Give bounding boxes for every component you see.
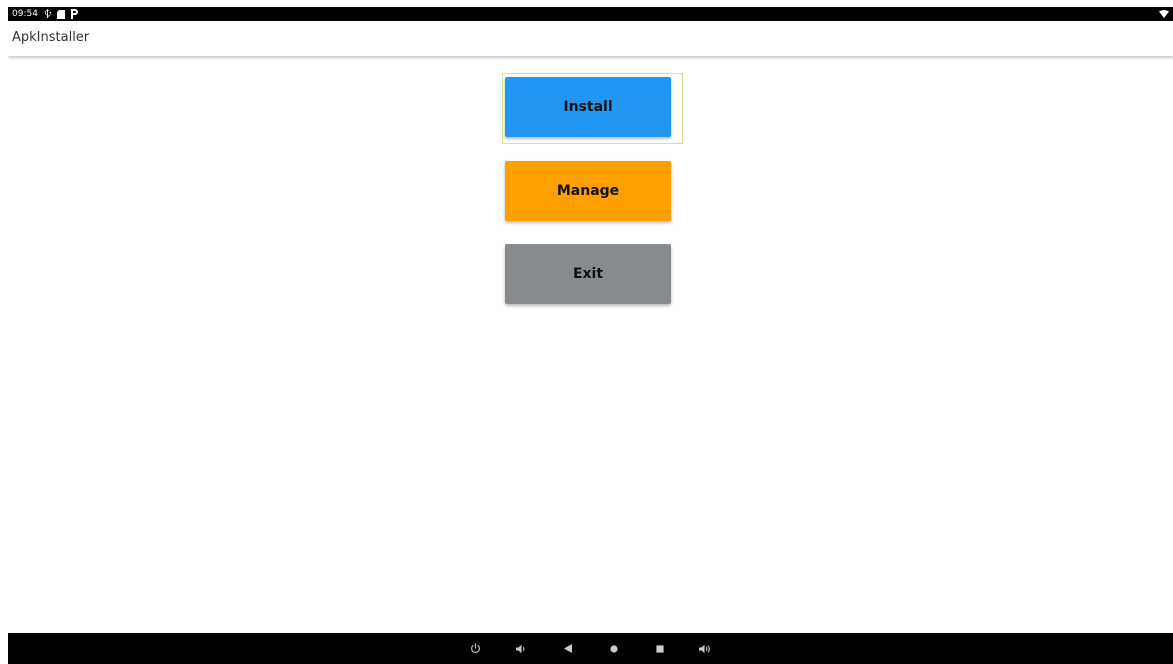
parking-icon <box>70 7 78 21</box>
home-button[interactable] <box>591 633 637 664</box>
status-left: 09:54 <box>12 7 78 21</box>
volume-up-icon <box>699 644 712 654</box>
main-content: Install Manage Exit <box>8 56 1173 633</box>
status-bar: 09:54 <box>8 7 1173 21</box>
volume-down-icon <box>516 644 527 654</box>
status-time: 09:54 <box>12 9 38 19</box>
volume-down-button[interactable] <box>499 633 545 664</box>
power-icon <box>470 643 481 654</box>
app-title: ApkInstaller <box>12 30 90 45</box>
status-right <box>1159 7 1169 21</box>
navigation-bar <box>8 633 1173 664</box>
home-icon <box>609 644 618 653</box>
back-button[interactable] <box>545 633 591 664</box>
back-icon <box>563 644 572 653</box>
recents-button[interactable] <box>637 633 683 664</box>
app-bar: ApkInstaller <box>8 21 1173 56</box>
screen: 09:54 ApkInstaller Install Manage Exit <box>8 7 1173 664</box>
wifi-icon <box>1159 7 1169 21</box>
nav-buttons <box>8 633 1173 664</box>
power-button[interactable] <box>453 633 499 664</box>
manage-button[interactable]: Manage <box>505 161 671 221</box>
volume-up-button[interactable] <box>683 633 729 664</box>
usb-icon <box>43 7 52 21</box>
recents-icon <box>655 644 664 653</box>
exit-button[interactable]: Exit <box>505 244 671 304</box>
sd-card-icon <box>56 7 65 21</box>
install-button[interactable]: Install <box>505 77 671 137</box>
